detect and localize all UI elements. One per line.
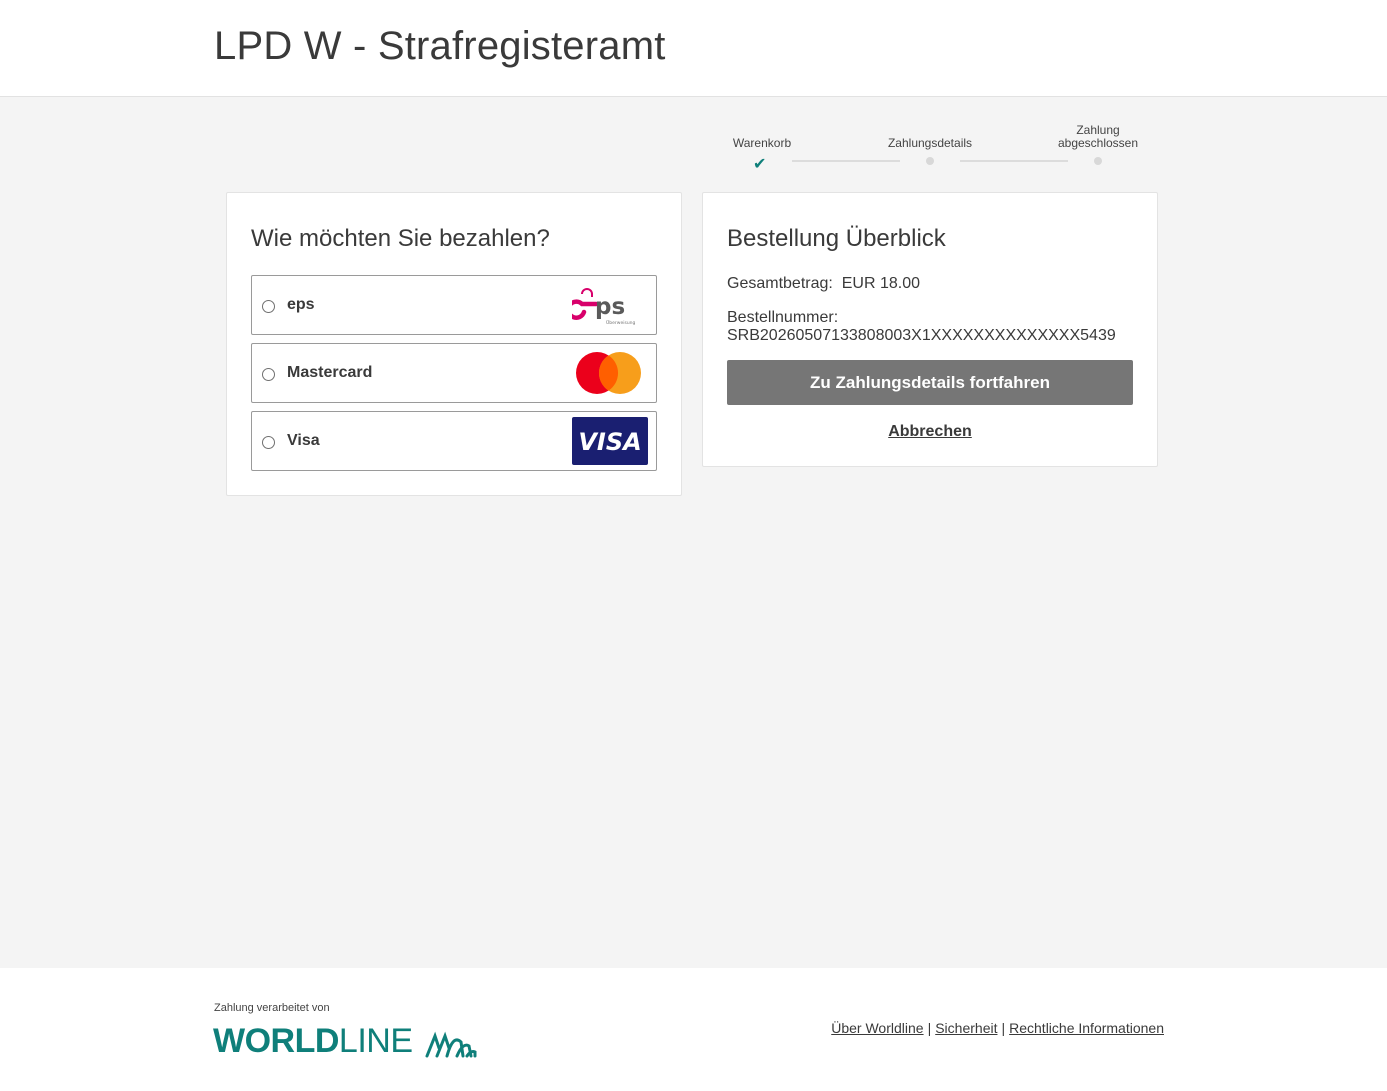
visa-logo-text: VISA [578, 428, 641, 456]
worldline-wordmark: WORLDLINE [213, 1024, 413, 1058]
total-label: Gesamtbetrag: [727, 275, 833, 292]
step-connector [960, 160, 1068, 162]
visa-radio[interactable] [262, 436, 275, 449]
svg-text:ps: ps [595, 294, 625, 320]
visa-logo-icon: VISA [572, 417, 648, 465]
order-label: Bestellnummer: [727, 309, 839, 326]
total-amount: Gesamtbetrag: EUR 18.00 [727, 275, 920, 293]
payment-option-eps[interactable]: eps ps Überweisung [251, 275, 657, 335]
brand-light: LINE [338, 1022, 413, 1060]
payment-option-label: Visa [287, 432, 320, 449]
progress-stepper: Warenkorb ✔ Zahlungsdetails Zahlung abge… [700, 120, 1160, 180]
cancel-link[interactable]: Abbrechen [703, 423, 1157, 441]
payment-option-label: eps [287, 296, 315, 313]
payment-option-label: Mastercard [287, 364, 373, 381]
mastercard-logo-icon [576, 352, 641, 394]
checkmark-icon: ✔ [753, 156, 767, 173]
payment-method-card: Wie möchten Sie bezahlen? eps ps Überwei… [226, 192, 682, 496]
step-label-zahlung-abgeschlossen: Zahlung abgeschlossen [1048, 124, 1148, 150]
order-value: SRB20260507133808003X1XXXXXXXXXXXXXX5439 [727, 327, 1116, 344]
footer-links: Über Worldline | Sicherheit | Rechtliche Inf… [831, 1020, 1164, 1036]
link-separator: | [1001, 1020, 1006, 1036]
step-label-warenkorb: Warenkorb [732, 136, 792, 150]
link-separator: | [927, 1020, 932, 1036]
processed-by-text: Zahlung verarbeitet von [214, 1002, 330, 1014]
eps-radio[interactable] [262, 300, 275, 313]
eps-logo-subtext: Überweisung [606, 319, 636, 326]
payment-option-visa[interactable]: Visa VISA [251, 411, 657, 471]
total-value: EUR 18.00 [841, 275, 920, 292]
step-connector [792, 160, 900, 162]
eps-logo-icon: ps Überweisung [572, 288, 636, 326]
footer-link-about[interactable]: Über Worldline [831, 1020, 923, 1036]
payment-heading: Wie möchten Sie bezahlen? [251, 225, 550, 252]
order-number: Bestellnummer: SRB20260507133808003X1XXX… [727, 309, 1116, 345]
payment-option-mastercard[interactable]: Mastercard [251, 343, 657, 403]
order-summary-card: Bestellung Überblick Gesamtbetrag: EUR 1… [702, 192, 1158, 467]
mastercard-radio[interactable] [262, 368, 275, 381]
step-label-line-2: abgeschlossen [1057, 136, 1139, 150]
worldline-logo: WORLDLINE [213, 1024, 477, 1058]
step-dot-zahlung-abgeschlossen [1094, 157, 1102, 165]
page-header: LPD W - Strafregisteramt [0, 0, 1387, 97]
summary-heading: Bestellung Überblick [727, 225, 946, 252]
page-title: LPD W - Strafregisteramt [214, 24, 666, 68]
worldline-waves-icon [425, 1031, 477, 1058]
footer-link-legal[interactable]: Rechtliche Informationen [1009, 1020, 1164, 1036]
brand-bold: WORLD [213, 1022, 339, 1060]
step-dot-zahlungsdetails [926, 157, 934, 165]
footer-link-security[interactable]: Sicherheit [935, 1020, 997, 1036]
continue-to-payment-details-button[interactable]: Zu Zahlungsdetails fortfahren [727, 360, 1133, 405]
page-footer: Zahlung verarbeitet von WORLDLINE Über W… [0, 968, 1387, 1091]
step-label-zahlungsdetails: Zahlungsdetails [887, 136, 973, 150]
